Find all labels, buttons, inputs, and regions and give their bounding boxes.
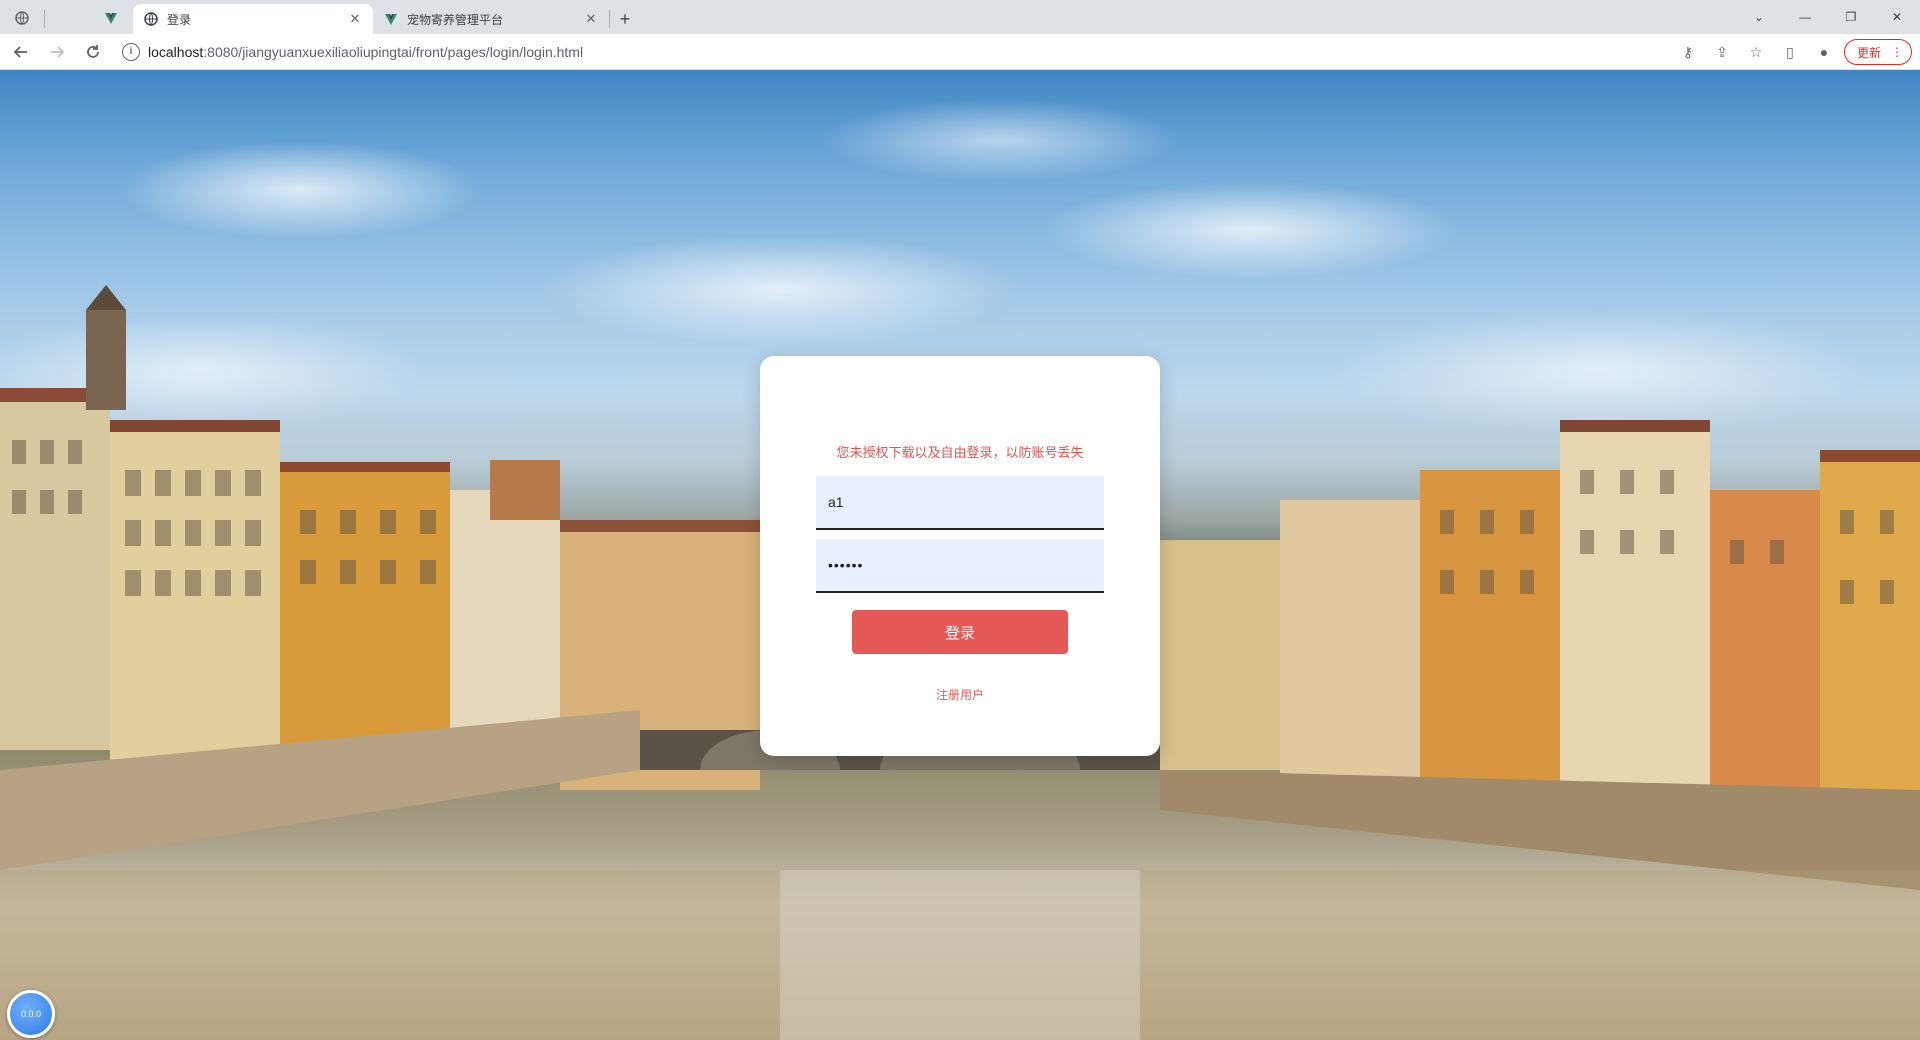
register-link[interactable]: 注册用户 [760, 686, 1160, 703]
vue-icon [104, 11, 118, 28]
minimize-icon[interactable]: — [1782, 0, 1828, 34]
forward-icon[interactable] [42, 37, 72, 67]
maximize-icon[interactable]: ❐ [1828, 0, 1874, 34]
more-icon: ⋮ [1891, 45, 1903, 59]
vue-icon [383, 11, 399, 27]
page-background: 您未授权下载以及自由登录，以防账号丢失 登录 注册用户 0.0.0 [0, 70, 1920, 1040]
floating-badge-label: 0.0.0 [20, 1009, 42, 1019]
toolbar-actions: ⚷ ⇪ ☆ ▯ ● 更新 ⋮ [1674, 37, 1912, 67]
tab-strip: 登录 ✕ 宠物寄养管理平台 ✕ + ⌄ — ❐ ✕ [0, 0, 1920, 34]
star-icon[interactable]: ☆ [1742, 38, 1770, 66]
password-input[interactable] [816, 539, 1104, 593]
username-input[interactable] [816, 476, 1104, 530]
profile-icon[interactable]: ● [1810, 38, 1838, 66]
tab-pinned-1[interactable] [0, 4, 44, 34]
window-controls: ⌄ — ❐ ✕ [1736, 0, 1920, 34]
url-text: localhost:8080/jiangyuanxuexiliaoliuping… [148, 44, 583, 60]
reload-icon[interactable] [78, 37, 108, 67]
floating-assistant-button[interactable]: 0.0.0 [7, 990, 55, 1038]
close-window-icon[interactable]: ✕ [1874, 0, 1920, 34]
globe-icon [143, 11, 159, 27]
tab-vue-pinned[interactable] [89, 4, 133, 34]
login-button[interactable]: 登录 [852, 610, 1068, 654]
update-button[interactable]: 更新 ⋮ [1843, 39, 1912, 65]
update-label: 更新 [1856, 45, 1881, 60]
login-notice: 您未授权下载以及自由登录，以防账号丢失 [836, 445, 1084, 460]
close-icon[interactable]: ✕ [583, 11, 599, 27]
globe-icon [15, 10, 29, 28]
info-icon[interactable]: i [122, 42, 140, 61]
share-icon[interactable]: ⇪ [1708, 38, 1736, 66]
close-icon[interactable]: ✕ [347, 11, 363, 27]
url-path: :8080/jiangyuanxuexiliaoliupingtai/front… [203, 43, 584, 60]
tab-search-icon[interactable]: ⌄ [1736, 0, 1782, 34]
url-host: localhost [148, 43, 204, 60]
back-icon[interactable] [6, 37, 36, 67]
tab-platform[interactable]: 宠物寄养管理平台 ✕ [373, 4, 609, 34]
new-tab-button[interactable]: + [610, 4, 640, 34]
tab-title: 宠物寄养管理平台 [407, 12, 504, 27]
side-panel-icon[interactable]: ▯ [1776, 38, 1804, 66]
tab-title: 登录 [167, 12, 192, 27]
key-icon[interactable]: ⚷ [1674, 38, 1702, 66]
tab-pinned-2[interactable] [45, 4, 89, 34]
address-bar[interactable]: i localhost:8080/jiangyuanxuexiliaoliupi… [118, 37, 1678, 66]
login-card: 您未授权下载以及自由登录，以防账号丢失 登录 注册用户 [760, 356, 1160, 756]
browser-toolbar: i localhost:8080/jiangyuanxuexiliaoliupi… [0, 34, 1920, 70]
tab-login[interactable]: 登录 ✕ [133, 4, 373, 34]
